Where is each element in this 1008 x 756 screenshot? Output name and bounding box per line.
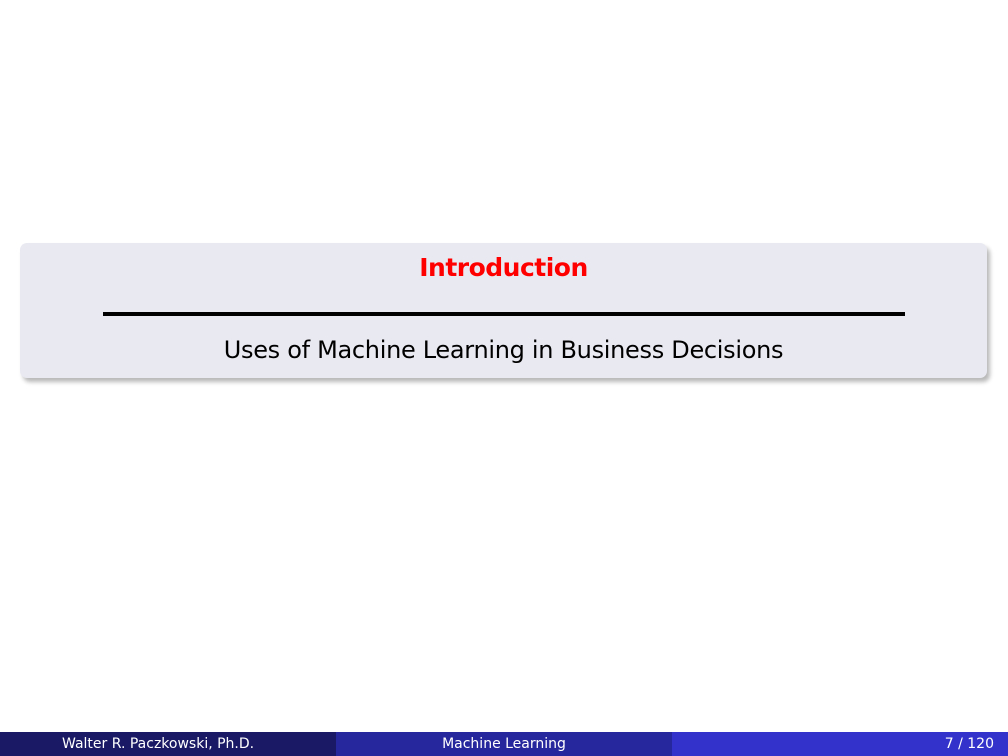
section-title: Introduction [419, 253, 588, 282]
subsection-title: Uses of Machine Learning in Business Dec… [223, 336, 784, 364]
footer-presentation-title: Machine Learning [336, 732, 672, 756]
section-box: Introduction Uses of Machine Learning in… [20, 243, 987, 378]
section-divider [103, 312, 905, 316]
footer-bar: Walter R. Paczkowski, Ph.D. Machine Lear… [0, 732, 1008, 756]
footer-page-number: 7 / 120 [672, 732, 1008, 756]
footer-author: Walter R. Paczkowski, Ph.D. [0, 732, 336, 756]
